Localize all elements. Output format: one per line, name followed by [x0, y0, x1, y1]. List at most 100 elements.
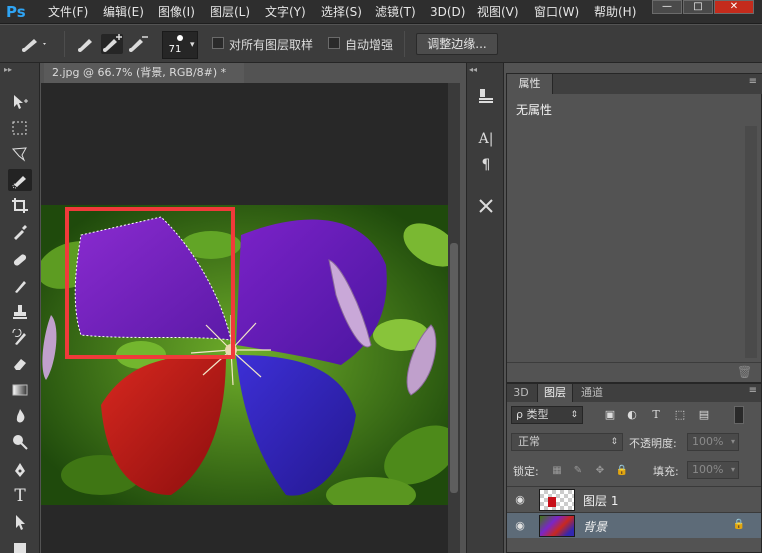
tab-channels[interactable]: 通道	[575, 384, 609, 402]
properties-scrollbar[interactable]	[745, 126, 757, 358]
properties-panel: 属性 ≡ 无属性 🗑	[506, 73, 762, 383]
new-selection-brush-icon[interactable]	[76, 34, 98, 54]
gradient-tool-icon[interactable]	[8, 379, 32, 401]
layer-thumbnail-content	[548, 497, 556, 507]
menu-bar: Ps 文件(F) 编辑(E) 图像(I) 图层(L) 文字(Y) 选择(S) 滤…	[0, 0, 762, 24]
lasso-tool-icon[interactable]	[8, 143, 32, 165]
menu-help[interactable]: 帮助(H)	[594, 3, 636, 21]
properties-content: 无属性	[516, 103, 553, 117]
blend-mode-value: 正常	[518, 435, 540, 448]
filter-toggle[interactable]	[734, 406, 744, 424]
chevron-down-icon: ▾	[730, 437, 735, 446]
character-panel-icon[interactable]: A|	[475, 129, 497, 149]
rectangle-tool-icon[interactable]	[8, 537, 32, 553]
path-selection-tool-icon[interactable]	[8, 511, 32, 533]
tab-3d[interactable]: 3D	[509, 384, 533, 402]
tab-layers[interactable]: 图层	[537, 384, 573, 402]
menu-select[interactable]: 选择(S)	[321, 3, 362, 21]
close-button[interactable]: ✕	[714, 0, 754, 14]
type-tool-icon[interactable]: T	[8, 485, 32, 507]
chevron-down-icon: ▾	[730, 465, 735, 474]
menu-window[interactable]: 窗口(W)	[534, 3, 579, 21]
refine-edge-button[interactable]: 调整边缘...	[416, 33, 498, 55]
lock-icon: 🔒	[732, 519, 745, 530]
dodge-tool-icon[interactable]	[8, 431, 32, 453]
fill-label: 填充:	[653, 465, 679, 478]
layer-row[interactable]: ◉ 图层 1	[507, 486, 761, 512]
blur-tool-icon[interactable]	[8, 405, 32, 427]
layer-filter-select[interactable]: ρ 类型 ⇕	[511, 406, 583, 424]
expand-panels-icon[interactable]: ◂◂	[469, 65, 477, 74]
chevron-down-icon: ⇕	[610, 437, 618, 447]
tools-panel: ▸▸ T	[0, 63, 40, 553]
brush-picker[interactable]: 71 ▾	[162, 31, 198, 59]
chevron-down-icon: ▾	[190, 40, 195, 50]
filter-adjustment-icon[interactable]: ◐	[624, 407, 640, 423]
scrollbar-thumb[interactable]	[450, 243, 458, 493]
panel-menu-icon[interactable]: ≡	[749, 76, 757, 87]
lock-transparent-pixels-icon[interactable]: ▦	[550, 464, 564, 478]
clone-stamp-tool-icon[interactable]	[8, 301, 32, 323]
layer-name[interactable]: 背景	[583, 518, 607, 535]
panel-menu-icon[interactable]: ≡	[749, 385, 757, 396]
eye-icon[interactable]: ◉	[513, 519, 527, 533]
menu-filter[interactable]: 滤镜(T)	[375, 3, 416, 21]
eyedropper-tool-icon[interactable]	[8, 221, 32, 243]
opacity-input[interactable]: 100% ▾	[687, 433, 739, 451]
eye-icon[interactable]: ◉	[513, 493, 527, 507]
lock-image-pixels-icon[interactable]: ✎	[571, 464, 585, 478]
auto-enhance-checkbox[interactable]	[328, 37, 340, 49]
document-tab-title: 2.jpg @ 66.7% (背景, RGB/8#) *	[52, 66, 227, 79]
chevron-down-icon: ⇕	[570, 410, 578, 420]
tab-properties[interactable]: 属性	[507, 74, 553, 94]
fill-value: 100%	[692, 463, 724, 476]
blend-mode-select[interactable]: 正常 ⇕	[511, 433, 623, 451]
add-to-selection-brush-icon[interactable]	[101, 34, 123, 54]
vertical-scrollbar[interactable]	[448, 83, 460, 553]
brush-tool-icon[interactable]	[8, 275, 32, 297]
auto-enhance-label: 自动增强	[345, 38, 394, 52]
document-image[interactable]	[41, 205, 448, 505]
document-tab[interactable]: 2.jpg @ 66.7% (背景, RGB/8#) *	[44, 63, 244, 83]
history-brush-tool-icon[interactable]	[8, 327, 32, 349]
pen-tool-icon[interactable]	[8, 459, 32, 481]
quick-selection-tool-icon[interactable]	[8, 169, 32, 191]
layer-thumbnail	[539, 489, 575, 511]
filter-shape-icon[interactable]: ⬚	[672, 407, 688, 423]
fill-input[interactable]: 100% ▾	[687, 461, 739, 479]
filter-pixel-icon[interactable]: ▣	[602, 407, 618, 423]
options-separator	[404, 31, 405, 57]
tool-presets-panel-icon[interactable]	[475, 197, 497, 217]
layer-name[interactable]: 图层 1	[583, 492, 618, 509]
filter-type-icon[interactable]: T	[648, 407, 664, 423]
restore-button[interactable]: □	[683, 0, 713, 14]
subtract-from-selection-brush-icon[interactable]	[127, 34, 149, 54]
lock-all-icon[interactable]: 🔒	[615, 464, 629, 478]
sample-all-layers-checkbox[interactable]	[212, 37, 224, 49]
menu-view[interactable]: 视图(V)	[477, 3, 519, 21]
minimize-button[interactable]: —	[652, 0, 682, 14]
collapse-icon[interactable]: ▸▸	[4, 65, 12, 74]
history-panel-icon[interactable]	[475, 87, 497, 107]
sample-all-layers-label: 对所有图层取样	[229, 38, 314, 52]
filter-smart-object-icon[interactable]: ▤	[696, 407, 712, 423]
trash-icon[interactable]: 🗑	[737, 365, 752, 379]
menu-edit[interactable]: 编辑(E)	[103, 3, 144, 21]
healing-brush-tool-icon[interactable]	[8, 249, 32, 271]
move-tool-icon[interactable]	[8, 91, 32, 113]
eraser-tool-icon[interactable]	[8, 353, 32, 375]
layers-panel: 3D 图层 通道 ≡ ρ 类型 ⇕ ▣ ◐ T ⬚ ▤ 正常 ⇕ 不透明度: 1…	[506, 383, 762, 553]
layer-row[interactable]: ◉ 背景 🔒	[507, 512, 761, 538]
menu-layer[interactable]: 图层(L)	[210, 3, 250, 21]
layer-thumbnail	[539, 515, 575, 537]
paragraph-panel-icon[interactable]: ¶	[475, 155, 497, 175]
opacity-value: 100%	[692, 435, 724, 448]
lock-position-icon[interactable]: ✥	[593, 464, 607, 478]
menu-file[interactable]: 文件(F)	[48, 3, 88, 21]
tool-preset-icon[interactable]	[20, 34, 46, 54]
marquee-tool-icon[interactable]	[8, 117, 32, 139]
menu-type[interactable]: 文字(Y)	[265, 3, 306, 21]
crop-tool-icon[interactable]	[8, 195, 32, 217]
menu-image[interactable]: 图像(I)	[158, 3, 195, 21]
menu-3d[interactable]: 3D(D)	[430, 3, 465, 21]
